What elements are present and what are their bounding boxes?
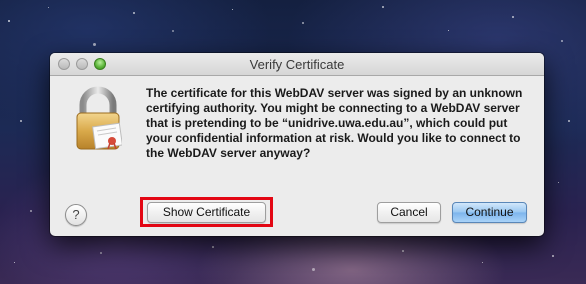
star [558,182,559,183]
warning-message: The certificate for this WebDAV server w… [146,86,523,160]
star [448,30,449,31]
star [100,252,102,254]
continue-button[interactable]: Continue [452,202,527,223]
star [561,40,563,42]
star [48,7,49,8]
star [133,12,135,14]
star [20,120,22,122]
star [212,246,214,248]
help-button[interactable]: ? [65,204,87,226]
star [482,262,483,263]
star [8,20,10,22]
verify-certificate-dialog: Verify Certificate The certificate for t… [50,53,544,236]
title-bar[interactable]: Verify Certificate [50,53,544,76]
star [30,210,32,212]
star [402,250,404,252]
star [568,120,570,122]
star [552,255,554,257]
show-certificate-button[interactable]: Show Certificate [147,202,266,223]
lock-certificate-icon [76,86,122,150]
star [312,268,315,271]
star [512,16,514,18]
star [232,9,233,10]
star [382,6,384,8]
star [172,30,174,32]
star [302,22,304,24]
star [14,262,15,263]
window-title: Verify Certificate [249,57,345,72]
cancel-button[interactable]: Cancel [377,202,441,223]
star [93,43,96,46]
